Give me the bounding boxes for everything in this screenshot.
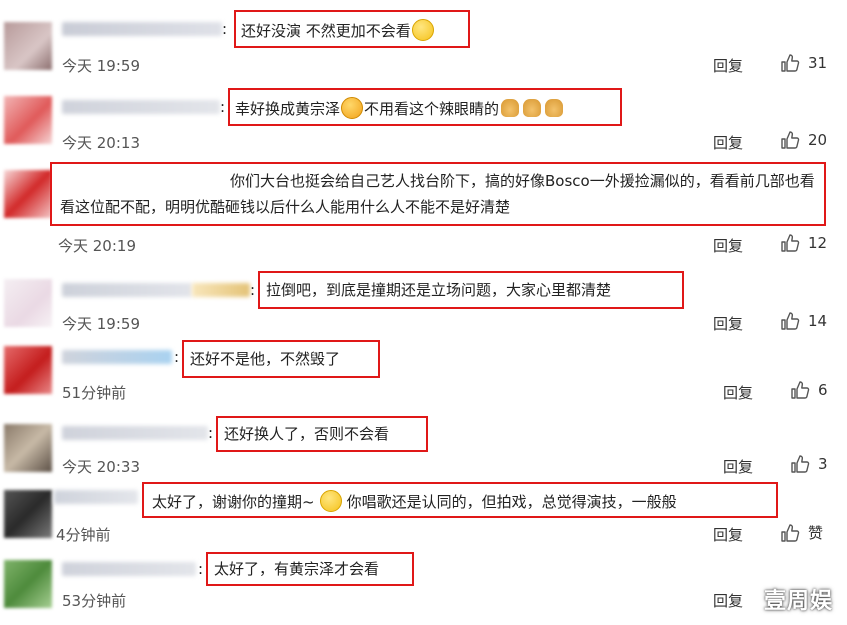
- comment-text: 还好不是他，不然毁了: [190, 349, 340, 369]
- like-count: 14: [808, 312, 828, 330]
- username-blurred[interactable]: [62, 562, 196, 576]
- like-button[interactable]: 20: [780, 130, 827, 150]
- avatar[interactable]: [4, 170, 52, 218]
- like-count: 6: [818, 381, 828, 399]
- thumbs-up-icon: [791, 455, 810, 473]
- timestamp: 今天 20:33: [62, 458, 140, 476]
- comment-text: 你们大台也挺会给自己艺人找台阶下，搞的好像Bosco一外援捡漏似的，看看前几部也…: [60, 168, 820, 220]
- comment-item: 太好了，谢谢你的撞期~ 你唱歌还是认同的，但拍戏，总觉得演技，一般般 4分钟前 回…: [0, 482, 847, 552]
- avatar[interactable]: [4, 490, 52, 538]
- comment-text-content: 还好换人了，否则不会看: [224, 425, 390, 443]
- avatar[interactable]: [4, 22, 52, 70]
- avatar[interactable]: [4, 279, 52, 327]
- thumbs-up-icon: [781, 523, 800, 542]
- like-button[interactable]: 31: [780, 53, 827, 73]
- like-button[interactable]: 12: [780, 233, 827, 253]
- colon: :: [250, 281, 256, 299]
- username-blurred[interactable]: [62, 350, 172, 364]
- reply-button[interactable]: 回复: [723, 382, 753, 403]
- timestamp: 4分钟前: [56, 526, 111, 544]
- comment-text: 太好了，谢谢你的撞期~ 你唱歌还是认同的，但拍戏，总觉得演技，一般般: [152, 490, 677, 512]
- comment-item: : 你们大台也挺会给自己艺人找台阶下，搞的好像Bosco一外援捡漏似的，看看前几…: [0, 160, 847, 265]
- comment-text: 太好了，有黄宗泽才会看: [214, 559, 379, 579]
- comment-item: : 幸好换成黄宗泽 不用看这个辣眼睛的 今天 20:13 回复 20: [0, 88, 847, 160]
- colon: :: [208, 424, 214, 442]
- timestamp: 今天 19:59: [62, 57, 140, 75]
- comment-item: : 还好没演 不然更加不会看 今天 19:59 回复 31: [0, 0, 847, 88]
- pray-emoji-icon: [545, 99, 564, 117]
- username-blurred[interactable]: [62, 283, 192, 297]
- comment-text-content-2: 不用看这个辣眼睛的: [364, 100, 500, 118]
- smile-emoji-icon: [319, 490, 342, 512]
- username-blurred[interactable]: [62, 100, 220, 114]
- like-count: 20: [808, 131, 828, 149]
- like-button[interactable]: 赞: [780, 522, 823, 543]
- comment-text: 还好没演 不然更加不会看: [241, 19, 435, 41]
- avatar[interactable]: [4, 560, 52, 608]
- like-count: 31: [808, 54, 828, 72]
- smile-emoji-icon: [341, 97, 364, 119]
- comment-text: 幸好换成黄宗泽 不用看这个辣眼睛的: [235, 97, 564, 119]
- timestamp: 今天 20:13: [62, 134, 140, 152]
- like-button[interactable]: 14: [780, 311, 827, 331]
- timestamp: 51分钟前: [62, 384, 127, 402]
- comment-item: : 还好换人了，否则不会看 今天 20:33 回复 3: [0, 410, 847, 482]
- reply-button[interactable]: 回复: [713, 235, 743, 256]
- reply-button[interactable]: 回复: [713, 132, 743, 153]
- colon: :: [174, 348, 180, 366]
- reply-button[interactable]: 回复: [713, 590, 743, 611]
- reply-button[interactable]: 回复: [713, 524, 743, 545]
- username-blurred[interactable]: [62, 426, 208, 440]
- thumbs-up-icon: [781, 312, 800, 330]
- comment-text: 拉倒吧，到底是撞期还是立场问题，大家心里都清楚: [266, 280, 611, 300]
- comment-item: : 太好了，有黄宗泽才会看 53分钟前 回复: [0, 552, 847, 625]
- like-count: 3: [818, 455, 828, 473]
- smile-emoji-icon: [411, 19, 434, 41]
- timestamp: 今天 20:19: [58, 237, 136, 255]
- comment-item: : 拉倒吧，到底是撞期还是立场问题，大家心里都清楚 今天 19:59 回复 14: [0, 265, 847, 340]
- like-count: 12: [808, 234, 828, 252]
- reply-button[interactable]: 回复: [723, 456, 753, 477]
- reply-button[interactable]: 回复: [713, 313, 743, 334]
- pray-emoji-icon: [501, 99, 520, 117]
- colon: :: [222, 20, 228, 38]
- avatar[interactable]: [4, 424, 52, 472]
- avatar[interactable]: [4, 346, 52, 394]
- timestamp: 今天 19:59: [62, 315, 140, 333]
- comment-text: 还好换人了，否则不会看: [224, 424, 389, 444]
- thumbs-up-icon: [781, 234, 800, 252]
- timestamp: 53分钟前: [62, 592, 127, 610]
- comment-text-content: 还好不是他，不然毁了: [190, 350, 341, 368]
- colon: :: [220, 98, 226, 116]
- like-button[interactable]: 6: [790, 380, 828, 400]
- comment-text-content: 你们大台也挺会给自己艺人找台阶下，搞的好像Bosco一外援捡漏似的，看看前几部也…: [60, 172, 815, 216]
- comment-text-content: 太好了，谢谢你的撞期~: [152, 493, 315, 511]
- comment-text-content: 还好没演 不然更加不会看: [241, 22, 411, 40]
- thumbs-up-icon: [781, 54, 800, 72]
- comment-text-content: 太好了，有黄宗泽才会看: [214, 560, 380, 578]
- comment-text-content-2: 你唱歌还是认同的，但拍戏，总觉得演技，一般般: [346, 493, 677, 511]
- username-badge-blurred: [192, 283, 250, 297]
- comment-item: : 还好不是他，不然毁了 51分钟前 回复 6: [0, 340, 847, 410]
- avatar[interactable]: [4, 96, 52, 144]
- colon: :: [198, 560, 204, 578]
- like-button[interactable]: 3: [790, 454, 828, 474]
- watermark: 壹周娱: [763, 589, 833, 614]
- username-blurred[interactable]: [62, 22, 222, 36]
- comment-text-content: 幸好换成黄宗泽: [235, 100, 341, 118]
- comment-text-content: 拉倒吧，到底是撞期还是立场问题，大家心里都清楚: [266, 281, 612, 299]
- pray-emoji-icon: [523, 99, 542, 117]
- like-count: 赞: [808, 524, 824, 542]
- thumbs-up-icon: [791, 381, 810, 399]
- thumbs-up-icon: [781, 131, 800, 149]
- reply-button[interactable]: 回复: [713, 55, 743, 76]
- username-blurred[interactable]: [54, 490, 138, 504]
